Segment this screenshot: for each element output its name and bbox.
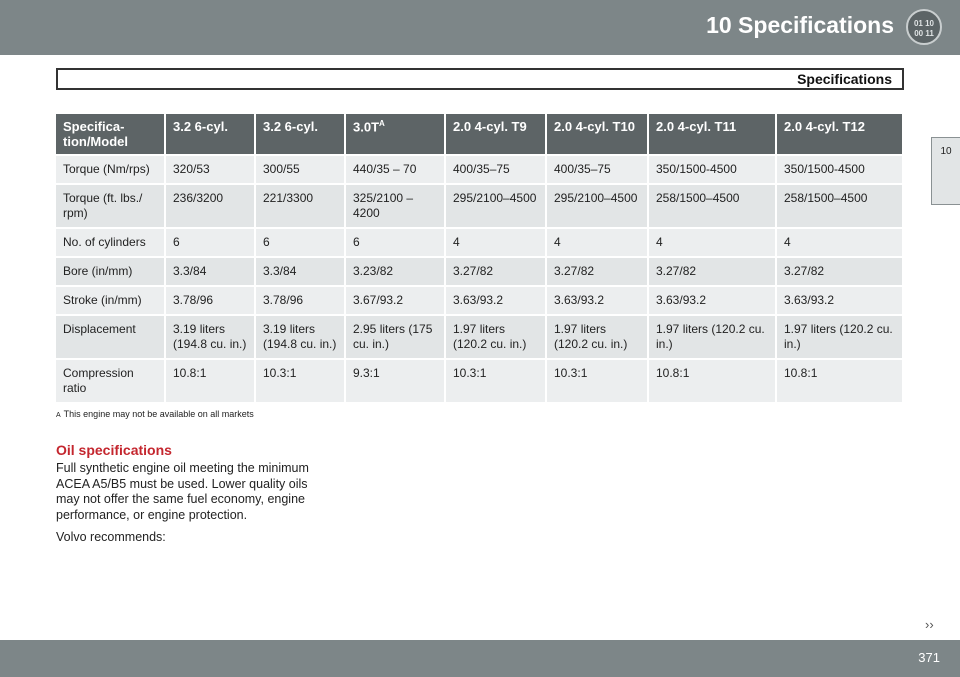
table-cell: 3.63/93.2 (649, 285, 777, 314)
oil-recommendation-text: Volvo recommends: (56, 530, 166, 544)
page-number: 371 (918, 650, 940, 665)
chapter-side-tab[interactable]: 10 (931, 137, 960, 205)
table-cell: 400/35–75 (446, 154, 547, 183)
header-cell: 3.2 6-cyl. (256, 114, 346, 154)
header-cell: Specifica-tion/Model (56, 114, 166, 154)
table-cell: 325/2100 – 4200 (346, 183, 446, 227)
header-cell: 2.0 4-cyl. T10 (547, 114, 649, 154)
next-page-icon[interactable]: ›› (925, 617, 934, 632)
table-cell: 1.97 liters (120.2 cu. in.) (777, 314, 904, 358)
table-cell: 3.78/96 (256, 285, 346, 314)
table-cell: 10.3:1 (446, 358, 547, 402)
table-cell: 295/2100–4500 (547, 183, 649, 227)
table-cell: 10.8:1 (166, 358, 256, 402)
table-cell: 295/2100–4500 (446, 183, 547, 227)
table-cell: Torque (Nm/rps) (56, 154, 166, 183)
chapter-title: 10 Specifications (706, 12, 894, 38)
table-cell: 3.78/96 (166, 285, 256, 314)
header-cell: 2.0 4-cyl. T11 (649, 114, 777, 154)
table-row: Torque (Nm/rps) 320/53 300/55 440/35 – 7… (56, 154, 904, 183)
table-cell: 3.67/93.2 (346, 285, 446, 314)
table-cell: 300/55 (256, 154, 346, 183)
binary-code-icon: 01 10 00 11 (906, 9, 942, 45)
table-cell: 350/1500-4500 (777, 154, 904, 183)
engine-spec-table: Specifica-tion/Model 3.2 6-cyl. 3.2 6-cy… (56, 114, 904, 402)
table-cell: 4 (446, 227, 547, 256)
section-title: Specifications (797, 71, 892, 87)
table-cell: 3.27/82 (446, 256, 547, 285)
header-cell: 2.0 4-cyl. T9 (446, 114, 547, 154)
footnote-text: This engine may not be available on all … (63, 409, 254, 419)
table-cell: Stroke (in/mm) (56, 285, 166, 314)
table-cell: 3.27/82 (777, 256, 904, 285)
table-row: No. of cylinders 6 6 6 4 4 4 4 (56, 227, 904, 256)
table-cell: Bore (in/mm) (56, 256, 166, 285)
oil-specifications-heading: Oil specifications (56, 442, 172, 458)
table-cell: Compression ratio (56, 358, 166, 402)
table-cell: 6 (346, 227, 446, 256)
table-cell: 3.63/93.2 (777, 285, 904, 314)
table-cell: 221/3300 (256, 183, 346, 227)
table-cell: 6 (256, 227, 346, 256)
table-cell: 6 (166, 227, 256, 256)
table-cell: 258/1500–4500 (649, 183, 777, 227)
table-cell: 3.3/84 (256, 256, 346, 285)
icon-text-top: 01 10 (913, 19, 935, 28)
table-cell: 3.27/82 (649, 256, 777, 285)
table-cell: 3.63/93.2 (547, 285, 649, 314)
oil-specifications-text: Full synthetic engine oil meeting the mi… (56, 461, 309, 522)
table-cell: 3.27/82 (547, 256, 649, 285)
table-cell: 4 (777, 227, 904, 256)
table-cell: 4 (547, 227, 649, 256)
icon-text-bottom: 00 11 (914, 29, 934, 38)
table-cell: 3.19 liters (194.8 cu. in.) (166, 314, 256, 358)
table-cell: 1.97 liters (120.2 cu. in.) (446, 314, 547, 358)
table-row: Torque (ft. lbs./ rpm) 236/3200 221/3300… (56, 183, 904, 227)
table-row: Bore (in/mm) 3.3/84 3.3/84 3.23/82 3.27/… (56, 256, 904, 285)
table-cell: 4 (649, 227, 777, 256)
table-cell: 3.63/93.2 (446, 285, 547, 314)
table-cell: 1.97 liters (120.2 cu. in.) (649, 314, 777, 358)
table-cell: 3.19 liters (194.8 cu. in.) (256, 314, 346, 358)
header-cell-text: 3.0T (353, 119, 380, 135)
table-cell: 2.95 liters (175 cu. in.) (346, 314, 446, 358)
table-cell: 258/1500–4500 (777, 183, 904, 227)
table-row: Compression ratio 10.8:1 10.3:1 9.3:1 10… (56, 358, 904, 402)
table-cell: 236/3200 (166, 183, 256, 227)
footnote-marker: A (379, 119, 385, 128)
table-cell: 350/1500-4500 (649, 154, 777, 183)
header-cell: 2.0 4-cyl. T12 (777, 114, 904, 154)
section-header: Specifications (56, 68, 904, 90)
table-cell: 440/35 – 70 (346, 154, 446, 183)
footer-bar (0, 640, 960, 677)
header-cell: 3.0TA (346, 114, 446, 154)
table-cell: Displacement (56, 314, 166, 358)
table-cell: 1.97 liters (120.2 cu. in.) (547, 314, 649, 358)
table-header-row: Specifica-tion/Model 3.2 6-cyl. 3.2 6-cy… (56, 114, 904, 154)
table-footnote: A This engine may not be available on all… (56, 409, 254, 419)
table-cell: No. of cylinders (56, 227, 166, 256)
footnote-marker: A (56, 412, 61, 419)
table-cell: 10.8:1 (777, 358, 904, 402)
table-cell: 3.3/84 (166, 256, 256, 285)
table-cell: 10.3:1 (547, 358, 649, 402)
chapter-header-bar: 10 Specifications 01 10 00 11 (0, 0, 960, 55)
table-cell: 10.8:1 (649, 358, 777, 402)
table-cell: 400/35–75 (547, 154, 649, 183)
header-cell: 3.2 6-cyl. (166, 114, 256, 154)
table-row: Stroke (in/mm) 3.78/96 3.78/96 3.67/93.2… (56, 285, 904, 314)
table-cell: 10.3:1 (256, 358, 346, 402)
table-cell: 9.3:1 (346, 358, 446, 402)
table-cell: Torque (ft. lbs./ rpm) (56, 183, 166, 227)
chapter-side-tab-label: 10 (940, 146, 952, 157)
table-cell: 3.23/82 (346, 256, 446, 285)
table-row: Displacement 3.19 liters (194.8 cu. in.)… (56, 314, 904, 358)
table-cell: 320/53 (166, 154, 256, 183)
